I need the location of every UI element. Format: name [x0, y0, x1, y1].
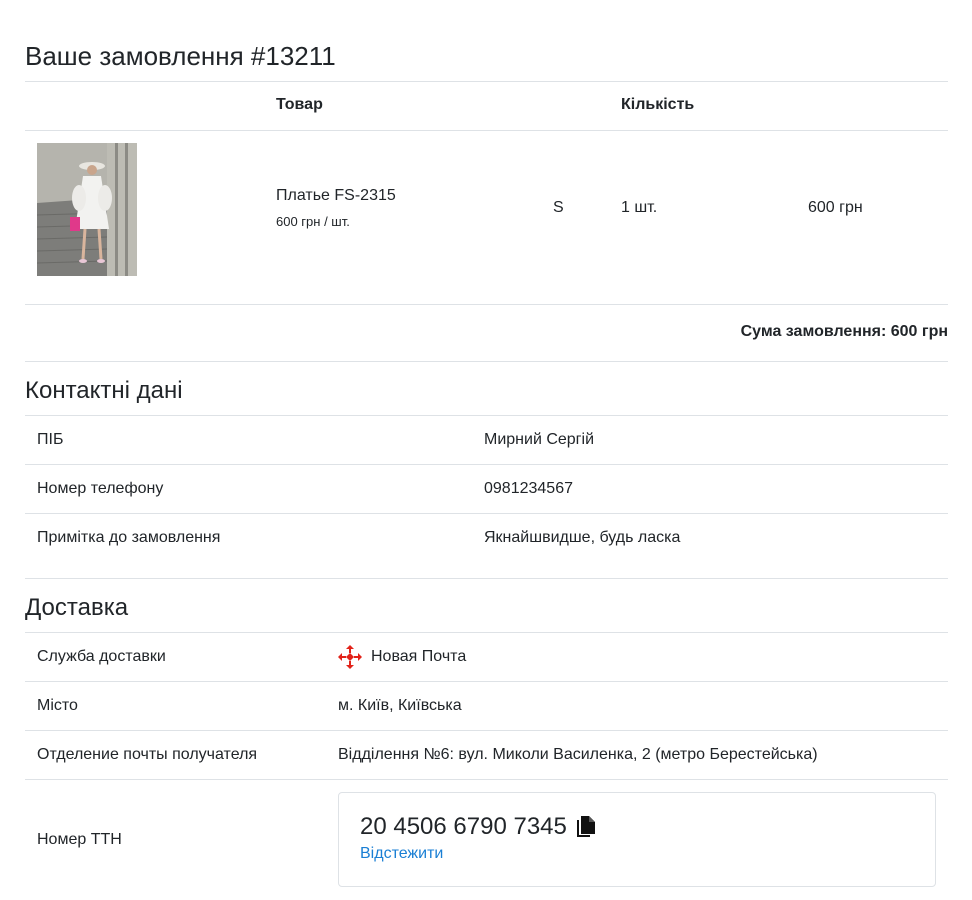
- column-header-product: Товар: [276, 96, 323, 113]
- divider: [25, 779, 948, 780]
- delivery-value-branch: Відділення №6: вул. Миколи Василенка, 2 …: [338, 746, 818, 763]
- product-size: S: [553, 199, 564, 216]
- ttn-number: 20 4506 6790 7345: [360, 813, 567, 840]
- divider: [25, 730, 948, 731]
- contact-label-note: Примітка до замовлення: [37, 529, 221, 546]
- product-quantity: 1 шт.: [621, 199, 658, 216]
- product-photo: [37, 143, 137, 276]
- order-total: Сума замовлення: 600 грн: [740, 323, 948, 340]
- product-unit-price: 600 грн / шт.: [276, 214, 350, 229]
- divider: [25, 632, 948, 633]
- divider: [25, 415, 948, 416]
- copy-icon[interactable]: [575, 815, 597, 839]
- contacts-title: Контактні дані: [25, 377, 183, 404]
- product-price: 600 грн: [808, 199, 863, 216]
- ttn-label: Номер ТТН: [37, 831, 122, 848]
- divider: [25, 81, 948, 82]
- delivery-title: Доставка: [25, 594, 129, 621]
- column-header-quantity: Кількість: [621, 96, 695, 113]
- contact-value-name: Мирний Сергій: [484, 431, 594, 448]
- divider: [25, 361, 948, 362]
- contact-label-phone: Номер телефону: [37, 480, 164, 497]
- product-name[interactable]: Платье FS-2315: [276, 186, 396, 206]
- divider: [25, 513, 948, 514]
- divider: [25, 130, 948, 131]
- ttn-card: 20 4506 6790 7345 Відстежити: [338, 792, 936, 887]
- delivery-value-service: Новая Почта: [371, 648, 467, 665]
- delivery-label-city: Місто: [37, 697, 78, 714]
- contact-label-name: ПІБ: [37, 431, 64, 448]
- contact-value-phone: 0981234567: [484, 480, 573, 497]
- nova-poshta-logo-icon: [337, 644, 363, 670]
- divider: [25, 681, 948, 682]
- product-image[interactable]: [37, 143, 137, 276]
- divider: [25, 464, 948, 465]
- delivery-value-city: м. Київ, Київська: [338, 697, 462, 714]
- delivery-label-branch: Отделение почты получателя: [37, 746, 258, 763]
- track-link[interactable]: Відстежити: [360, 844, 443, 864]
- contact-value-note: Якнайшвидше, будь ласка: [484, 529, 681, 546]
- divider: [25, 578, 948, 579]
- order-title: Ваше замовлення #13211: [25, 41, 336, 71]
- divider: [25, 304, 948, 305]
- delivery-label-service: Служба доставки: [37, 648, 166, 665]
